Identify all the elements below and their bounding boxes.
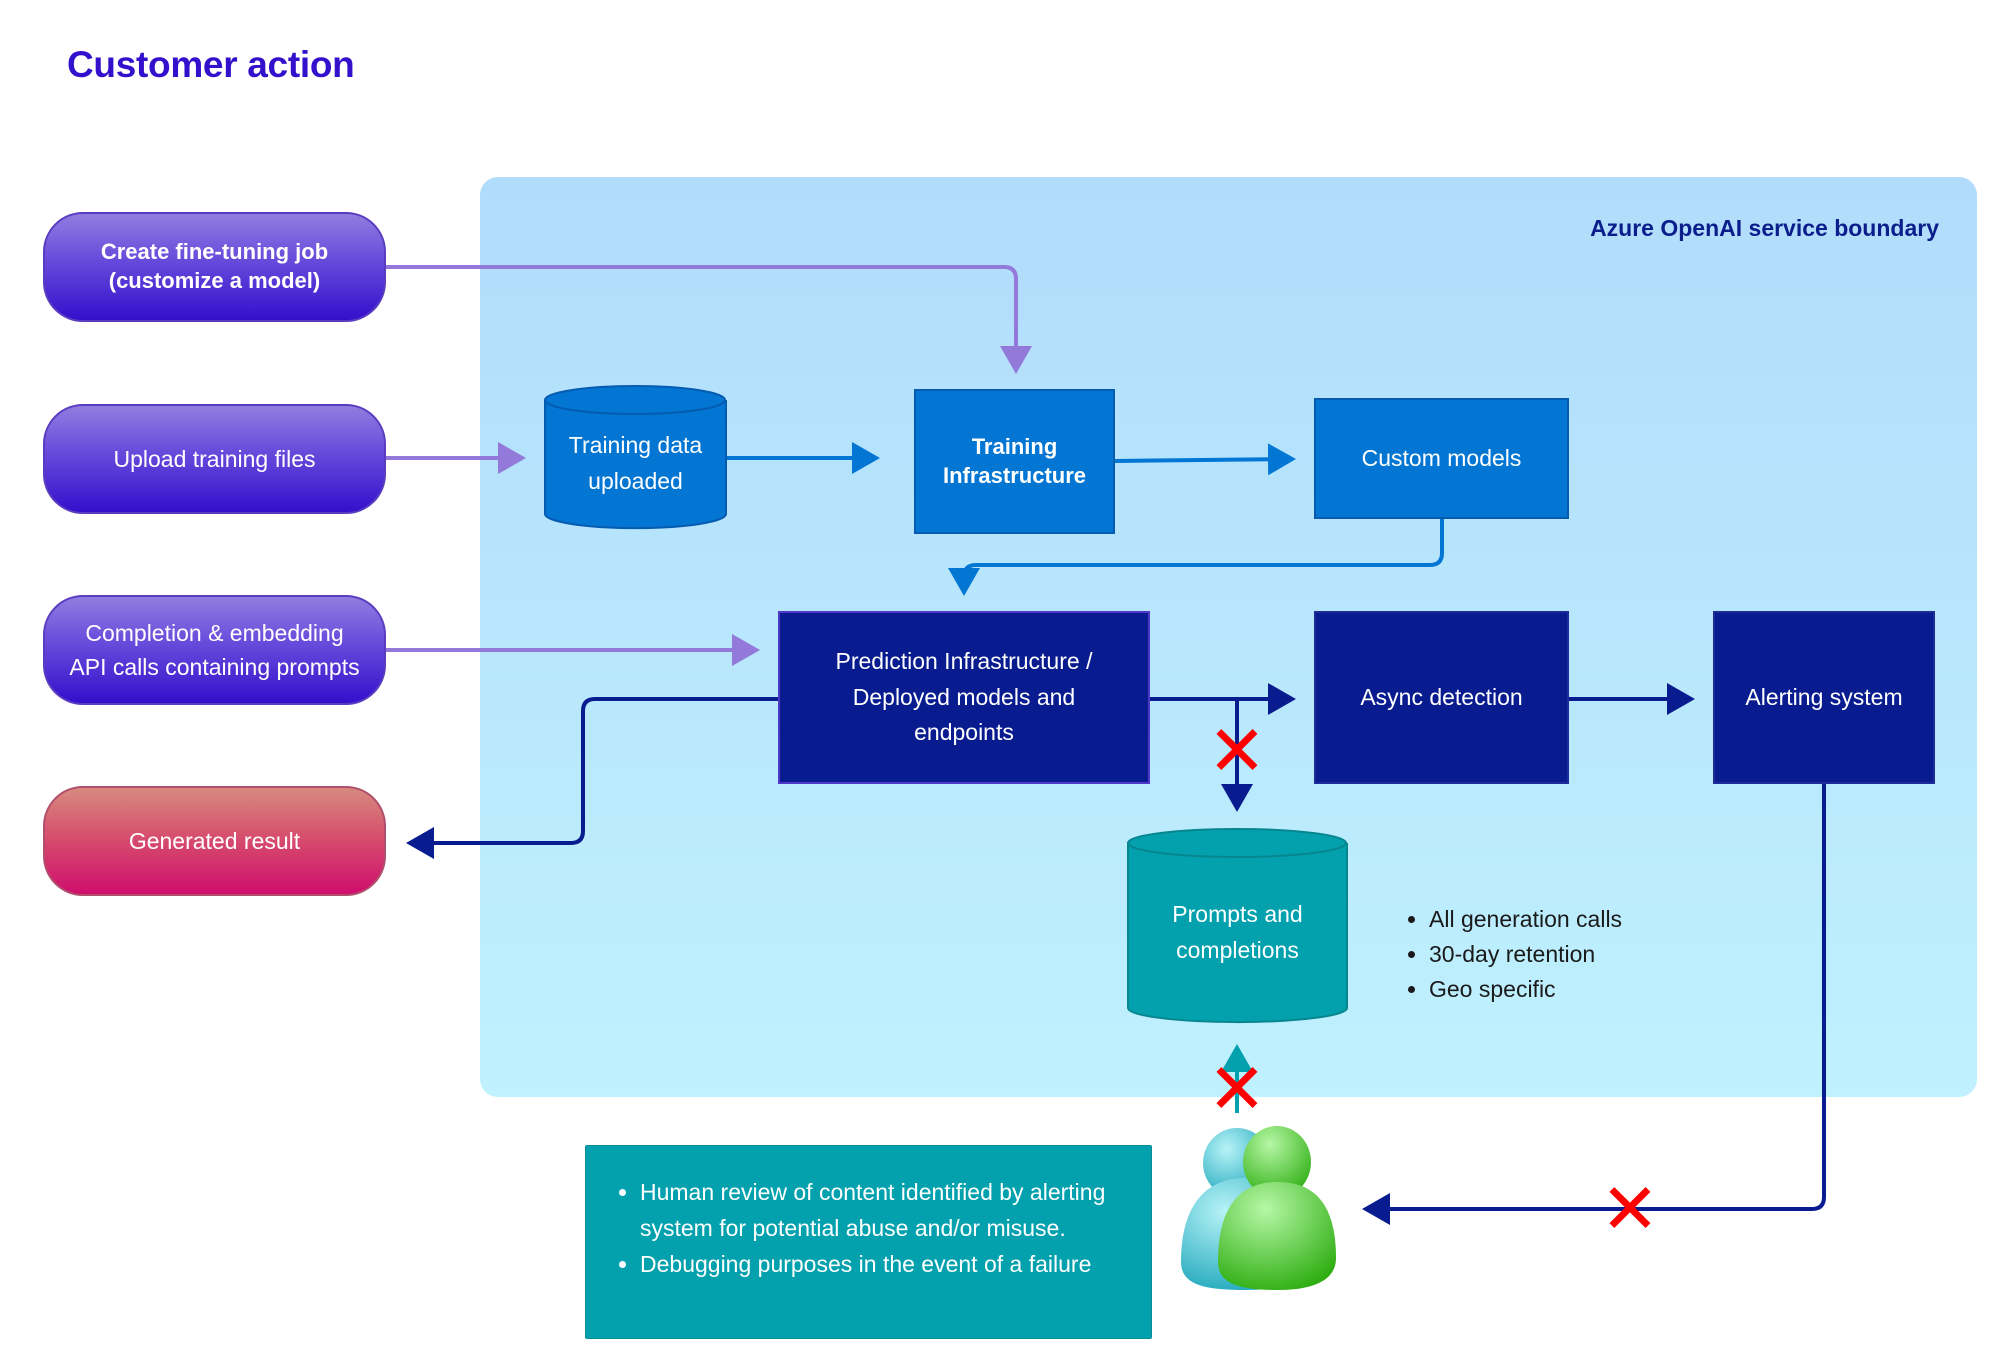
create-fine-tuning-job-label: Create fine-tuning job (customize a mode… xyxy=(100,239,329,293)
storage-note: Geo specific xyxy=(1429,972,1622,1007)
create-fine-tuning-job-action[interactable]: Create fine-tuning job (customize a mode… xyxy=(43,212,386,322)
human-review-note: Human review of content identified by al… xyxy=(640,1174,1131,1246)
arrow-training-infra-to-custom xyxy=(1114,443,1296,476)
arrow-finetune-to-training-infra xyxy=(386,265,1032,374)
async-detection-label: Async detection xyxy=(1360,683,1523,710)
custom-models-node[interactable]: Custom models xyxy=(1314,398,1569,519)
custom-models-label: Custom models xyxy=(1361,444,1522,471)
alerting-system-node[interactable]: Alerting system xyxy=(1713,611,1935,784)
people-icon xyxy=(1181,1126,1336,1290)
prompts-completions-node[interactable]: Prompts and completions xyxy=(1128,857,1347,1008)
arrow-prediction-to-result xyxy=(406,697,778,859)
training-infrastructure-label: Training Infrastructure xyxy=(942,433,1087,488)
svg-text:✕: ✕ xyxy=(1208,1050,1267,1128)
svg-text:✕: ✕ xyxy=(1601,1170,1660,1248)
blocked-x-icon: ✕ xyxy=(1208,1050,1267,1128)
alerting-system-label: Alerting system xyxy=(1745,683,1903,710)
prediction-infrastructure-label: Prediction Infrastructure / Deployed mod… xyxy=(835,648,1093,746)
blocked-x-icon: ✕ xyxy=(1208,712,1267,790)
completion-embedding-calls-label: Completion & embedding API calls contain… xyxy=(69,619,360,681)
storage-note: 30-day retention xyxy=(1429,937,1622,972)
training-infrastructure-node[interactable]: Training Infrastructure xyxy=(914,389,1115,534)
generated-result-label: Generated result xyxy=(128,827,301,854)
generated-result-output[interactable]: Generated result xyxy=(43,786,386,896)
storage-notes: All generation calls 30-day retention Ge… xyxy=(1403,902,1622,1007)
human-review-note: Debugging purposes in the event of a fai… xyxy=(640,1246,1131,1282)
training-data-label: Training data uploaded xyxy=(568,432,703,494)
prediction-infrastructure-node[interactable]: Prediction Infrastructure / Deployed mod… xyxy=(778,611,1150,784)
async-detection-node[interactable]: Async detection xyxy=(1314,611,1569,784)
completion-embedding-calls-action[interactable]: Completion & embedding API calls contain… xyxy=(43,595,386,705)
svg-text:✕: ✕ xyxy=(1208,712,1267,790)
prompts-completions-label: Prompts and completions xyxy=(1172,900,1303,963)
upload-training-files-action[interactable]: Upload training files xyxy=(43,404,386,514)
blocked-x-icon: ✕ xyxy=(1601,1170,1660,1248)
storage-note: All generation calls xyxy=(1429,902,1622,937)
training-data-node[interactable]: Training data uploaded xyxy=(545,414,726,514)
human-review-notes: Human review of content identified by al… xyxy=(585,1145,1152,1339)
upload-training-files-label: Upload training files xyxy=(113,445,316,472)
